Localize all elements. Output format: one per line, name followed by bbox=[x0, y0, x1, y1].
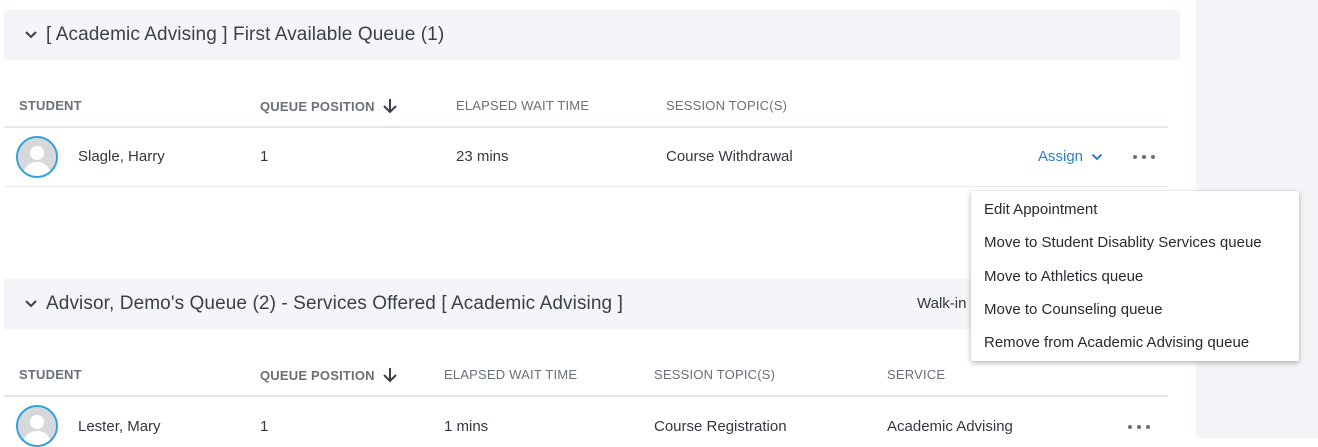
column-header-queue-position[interactable]: QUEUE POSITION bbox=[260, 367, 397, 386]
chevron-down-icon[interactable] bbox=[24, 297, 38, 311]
column-header-elapsed-wait-time: ELAPSED WAIT TIME bbox=[444, 367, 578, 382]
queue-position-value: 1 bbox=[260, 148, 269, 165]
elapsed-wait-time-value: 23 mins bbox=[456, 148, 509, 165]
queue1-title: [ Academic Advising ] First Available Qu… bbox=[46, 24, 445, 45]
column-header-label: QUEUE POSITION bbox=[260, 98, 375, 114]
assign-label: Assign bbox=[1038, 148, 1084, 165]
chevron-down-icon[interactable] bbox=[24, 28, 38, 42]
column-header-student: STUDENT bbox=[19, 98, 82, 113]
session-topics-value: Course Registration bbox=[654, 418, 787, 435]
avatar bbox=[16, 136, 58, 178]
user-silhouette-icon bbox=[18, 138, 56, 176]
student-name[interactable]: Slagle, Harry bbox=[78, 148, 165, 165]
column-header-session-topics: SESSION TOPIC(S) bbox=[654, 367, 776, 382]
service-value: Academic Advising bbox=[887, 418, 1013, 435]
column-header-label: QUEUE POSITION bbox=[260, 367, 375, 383]
row-actions-menu: Edit Appointment Move to Student Disabli… bbox=[971, 191, 1299, 361]
menu-item-move-to-athletics[interactable]: Move to Athletics queue bbox=[984, 268, 1143, 285]
divider bbox=[4, 186, 1168, 187]
user-silhouette-icon bbox=[18, 407, 56, 445]
column-header-service: SERVICE bbox=[887, 367, 946, 382]
student-name[interactable]: Lester, Mary bbox=[78, 418, 161, 435]
queue-position-value: 1 bbox=[260, 418, 269, 435]
divider bbox=[4, 395, 1168, 397]
chevron-down-icon bbox=[1091, 148, 1103, 165]
avatar bbox=[16, 405, 58, 447]
column-header-student: STUDENT bbox=[19, 367, 82, 382]
arrow-down-icon[interactable] bbox=[383, 98, 397, 117]
more-horizontal-icon[interactable] bbox=[1128, 422, 1150, 432]
walk-in-button[interactable]: Walk-in bbox=[917, 279, 966, 329]
session-topics-value: Course Withdrawal bbox=[666, 148, 793, 165]
elapsed-wait-time-value: 1 mins bbox=[444, 418, 489, 435]
menu-item-move-to-counseling[interactable]: Move to Counseling queue bbox=[984, 301, 1162, 318]
column-header-session-topics: SESSION TOPIC(S) bbox=[666, 98, 788, 113]
queue1-header[interactable]: [ Academic Advising ] First Available Qu… bbox=[4, 10, 1180, 60]
assign-button[interactable]: Assign bbox=[1038, 148, 1103, 165]
divider bbox=[4, 126, 1168, 128]
arrow-down-icon[interactable] bbox=[383, 367, 397, 386]
menu-item-move-to-student-disability-services[interactable]: Move to Student Disablity Services queue bbox=[984, 234, 1262, 251]
menu-item-remove-from-academic-advising[interactable]: Remove from Academic Advising queue bbox=[984, 334, 1249, 351]
column-header-elapsed-wait-time: ELAPSED WAIT TIME bbox=[456, 98, 590, 113]
column-header-queue-position[interactable]: QUEUE POSITION bbox=[260, 98, 397, 117]
menu-item-edit-appointment[interactable]: Edit Appointment bbox=[984, 201, 1097, 218]
more-horizontal-icon[interactable] bbox=[1133, 152, 1155, 162]
queue2-title: Advisor, Demo's Queue (2) - Services Off… bbox=[46, 293, 623, 314]
